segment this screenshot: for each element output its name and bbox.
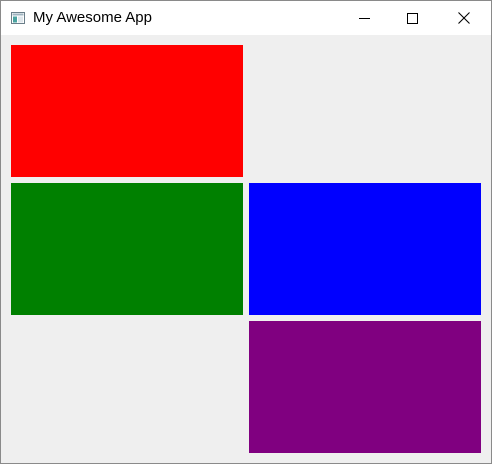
close-button[interactable] [441, 1, 487, 35]
title-bar[interactable]: My Awesome App [1, 1, 491, 35]
maximize-button[interactable] [389, 1, 435, 35]
client-area [1, 35, 491, 463]
app-window-icon [11, 11, 25, 24]
purple-panel [249, 321, 481, 453]
blue-panel [249, 183, 481, 315]
minimize-button[interactable] [341, 1, 387, 35]
green-panel [11, 183, 243, 315]
red-panel [11, 45, 243, 177]
window-title: My Awesome App [33, 9, 152, 26]
minimize-icon [358, 13, 370, 24]
app-window: My Awesome App [0, 0, 492, 464]
close-icon [458, 12, 470, 24]
maximize-icon [406, 12, 418, 24]
